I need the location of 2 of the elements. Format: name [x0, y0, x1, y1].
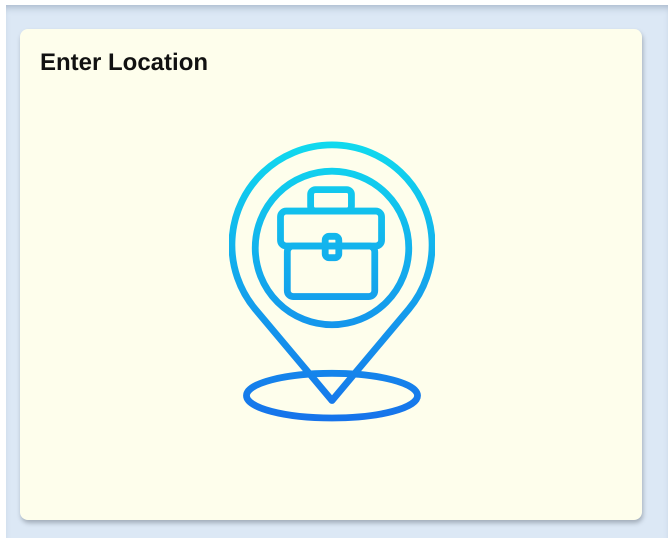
- location-tile[interactable]: Enter Location: [20, 29, 642, 520]
- tile-title: Enter Location: [40, 48, 208, 78]
